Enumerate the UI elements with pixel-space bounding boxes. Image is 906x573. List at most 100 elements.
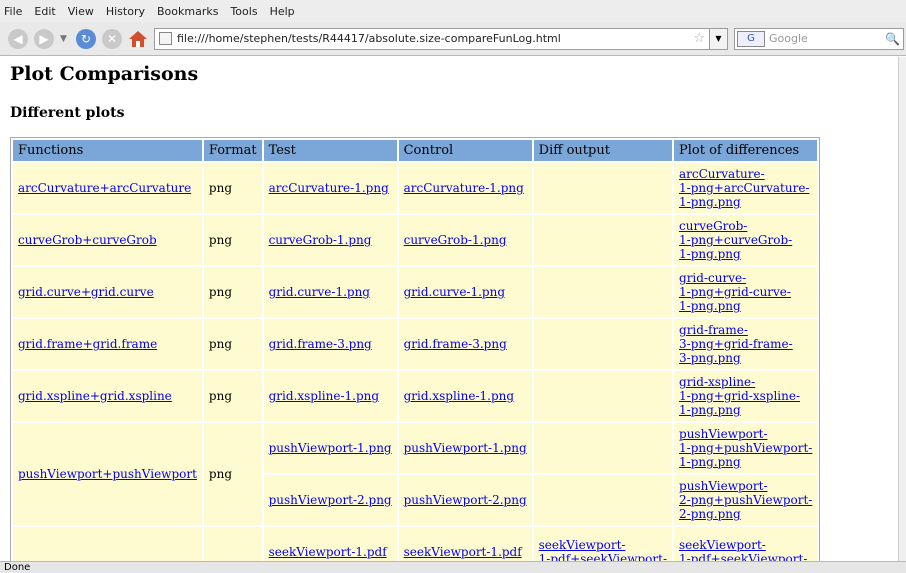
menu-item-tools[interactable]: Tools bbox=[230, 5, 257, 18]
table-row: grid.curve+grid.curve png grid.curve-1.png… bbox=[13, 267, 818, 317]
format-cell: png bbox=[203, 319, 262, 369]
page-content: Plot Comparisons Different plots Functio… bbox=[0, 57, 898, 561]
format-cell: png bbox=[203, 371, 262, 421]
table-row: pushViewport+pushViewport png pushViewport… bbox=[13, 423, 818, 525]
function-link[interactable]: grid.curve+grid.curve bbox=[18, 285, 154, 299]
format-cell: png bbox=[203, 423, 262, 525]
file-link[interactable]: grid.curve-1.png bbox=[404, 285, 505, 299]
file-link[interactable]: pushViewport-1.png bbox=[269, 441, 392, 455]
column-header: Functions bbox=[13, 140, 202, 161]
bookmark-star-icon[interactable]: ☆ bbox=[693, 31, 705, 46]
link-text: 1-png+pushViewport- bbox=[679, 441, 813, 455]
menu-item-view[interactable]: View bbox=[68, 5, 94, 18]
column-header: Plot of differences bbox=[674, 140, 818, 161]
status-bar: Done bbox=[0, 561, 906, 573]
home-icon[interactable] bbox=[128, 29, 148, 49]
page-title: Plot Comparisons bbox=[10, 63, 199, 85]
stop-icon[interactable]: ✕ bbox=[102, 28, 122, 49]
comparison-table: Functions Format Test Control Diff output Plo… bbox=[10, 137, 821, 561]
back-icon[interactable]: ◀ bbox=[8, 28, 28, 49]
function-link[interactable]: arcCurvature+arcCurvature bbox=[18, 181, 191, 195]
file-link[interactable]: arcCurvature- 1-png+arcCurvature- 1-png.pn… bbox=[679, 167, 809, 209]
file-link[interactable]: grid-frame- 3-png+grid-frame- 3-png.png bbox=[679, 323, 793, 365]
vertical-scrollbar[interactable] bbox=[898, 57, 906, 561]
function-link[interactable]: curveGrob+curveGrob bbox=[18, 233, 157, 247]
url-text: file:///home/stephen/tests/R44417/absolu… bbox=[177, 32, 561, 45]
menu-item-help[interactable]: Help bbox=[270, 5, 295, 18]
menu-item-edit[interactable]: Edit bbox=[34, 5, 55, 18]
link-text: 3-png+grid-frame- bbox=[679, 337, 793, 351]
file-link[interactable]: grid.frame-3.png bbox=[404, 337, 507, 351]
file-link[interactable]: grid.curve-1.png bbox=[269, 285, 370, 299]
link-text: 1-png.png bbox=[679, 299, 741, 313]
menu-item-file[interactable]: File bbox=[4, 5, 22, 18]
table-row: arcCurvature+arcCurvature png arcCurvature… bbox=[13, 163, 818, 213]
link-text: 1-png.png bbox=[679, 195, 741, 209]
search-icon[interactable]: 🔍 bbox=[885, 32, 903, 46]
search-placeholder: Google bbox=[769, 32, 808, 45]
forward-icon[interactable]: ▶ bbox=[34, 28, 54, 49]
link-text: seekViewport- bbox=[538, 538, 626, 552]
section-heading: Different plots bbox=[10, 105, 125, 121]
link-text: grid-xspline- bbox=[679, 375, 756, 389]
menu-bar: File Edit View History Bookmarks Tools Help bbox=[0, 0, 906, 22]
link-text: pushViewport- bbox=[679, 427, 768, 441]
menu-item-bookmarks[interactable]: Bookmarks bbox=[157, 5, 218, 18]
format-cell bbox=[203, 527, 262, 561]
file-link[interactable]: pushViewport- 2-png+pushViewport- 2-png.pn… bbox=[679, 479, 812, 521]
link-text: 1-png+curveGrob- bbox=[679, 233, 793, 247]
link-text: 1-png+grid-xspline- bbox=[679, 389, 801, 403]
file-link[interactable]: pushViewport- 1-png+pushViewport- 1-png.pn… bbox=[679, 427, 812, 469]
file-link[interactable]: curveGrob-1.png bbox=[269, 233, 372, 247]
file-link[interactable]: seekViewport- 1-pdf+seekViewport- bbox=[539, 538, 667, 561]
file-link[interactable]: arcCurvature-1.png bbox=[269, 181, 389, 195]
function-link[interactable]: pushViewport+pushViewport bbox=[18, 467, 197, 481]
link-text: 2-png+pushViewport- bbox=[679, 493, 813, 507]
link-text: arcCurvature- bbox=[679, 167, 765, 181]
link-text: 1-pdf+seekViewport- bbox=[679, 552, 808, 561]
file-link[interactable]: curveGrob-1.png bbox=[404, 233, 507, 247]
link-text: 1-png.png bbox=[679, 403, 741, 417]
search-input[interactable]: G Google 🔍 bbox=[734, 27, 904, 50]
history-dropdown-icon[interactable]: ▼ bbox=[60, 34, 70, 44]
search-engine-icon[interactable]: G bbox=[737, 30, 765, 47]
column-header: Test bbox=[263, 140, 397, 161]
table-row: seekViewport-1.pdf seekViewport-1.pdf seek… bbox=[13, 527, 818, 561]
url-bar[interactable]: file:///home/stephen/tests/R44417/absolu… bbox=[154, 27, 710, 50]
table-row: curveGrob+curveGrob png curveGrob-1.png cur… bbox=[13, 215, 818, 265]
function-link[interactable]: grid.xspline+grid.xspline bbox=[18, 389, 172, 403]
navigation-toolbar: ◀ ▶ ▼ ↻ ✕ file:///home/stephen/tests/R44… bbox=[0, 22, 906, 56]
file-link[interactable]: grid.xspline-1.png bbox=[404, 389, 514, 403]
function-link[interactable]: grid.frame+grid.frame bbox=[18, 337, 157, 351]
file-link[interactable]: curveGrob- 1-png+curveGrob- 1-png.png bbox=[679, 219, 792, 261]
file-link[interactable]: grid-xspline- 1-png+grid-xspline- 1-png.pn… bbox=[679, 375, 800, 417]
file-link[interactable]: arcCurvature-1.png bbox=[404, 181, 524, 195]
column-header: Format bbox=[203, 140, 262, 161]
link-text: 1-pdf+seekViewport- bbox=[538, 552, 668, 561]
link-text: curveGrob- bbox=[679, 219, 748, 233]
file-link[interactable]: grid.frame-3.png bbox=[269, 337, 372, 351]
link-text: 1-png+grid-curve- bbox=[679, 285, 791, 299]
link-text: 3-png.png bbox=[679, 351, 741, 365]
file-link[interactable]: pushViewport-2.png bbox=[269, 493, 392, 507]
column-header: Control bbox=[398, 140, 532, 161]
format-cell: png bbox=[203, 215, 262, 265]
link-text: grid-frame- bbox=[679, 323, 748, 337]
link-text: grid-curve- bbox=[679, 271, 747, 285]
page-icon bbox=[159, 32, 172, 45]
format-cell: png bbox=[203, 163, 262, 213]
table-row: grid.frame+grid.frame png grid.frame-3.png… bbox=[13, 319, 818, 369]
file-link[interactable]: grid.xspline-1.png bbox=[269, 389, 379, 403]
url-dropdown-icon[interactable]: ▼ bbox=[710, 27, 728, 50]
file-link[interactable]: seekViewport-1.pdf bbox=[404, 545, 522, 559]
link-text: 1-png+arcCurvature- bbox=[679, 181, 810, 195]
file-link[interactable]: seekViewport-1.pdf bbox=[269, 545, 387, 559]
file-link[interactable]: seekViewport- 1-pdf+seekViewport- bbox=[679, 538, 807, 561]
menu-item-history[interactable]: History bbox=[106, 5, 145, 18]
link-text: 1-png.png bbox=[679, 247, 741, 261]
file-link[interactable]: pushViewport-2.png bbox=[404, 493, 527, 507]
reload-icon[interactable]: ↻ bbox=[76, 28, 96, 49]
table-row: grid.xspline+grid.xspline png grid.xspline… bbox=[13, 371, 818, 421]
file-link[interactable]: grid-curve- 1-png+grid-curve- 1-png.png bbox=[679, 271, 791, 313]
file-link[interactable]: pushViewport-1.png bbox=[404, 441, 527, 455]
